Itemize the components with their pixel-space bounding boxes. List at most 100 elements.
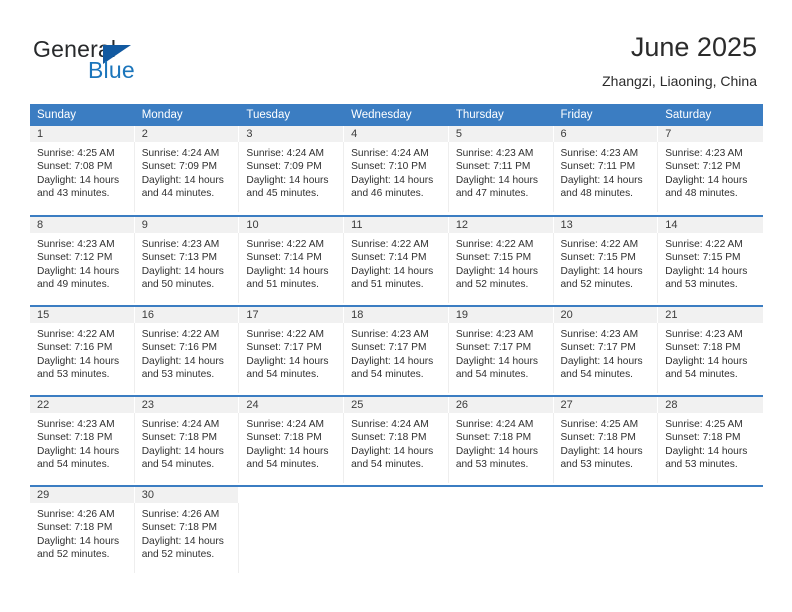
day-details: Sunrise: 4:24 AM Sunset: 7:09 PM Daylight:… <box>239 142 345 212</box>
daylight-duration-line2: and 54 minutes. <box>141 459 215 471</box>
daylight-duration-line1: Daylight: 14 hours <box>246 265 329 277</box>
daylight-duration-line2: and 53 minutes. <box>560 459 634 471</box>
daylight-duration-line2: and 54 minutes. <box>37 459 110 471</box>
day-number: 26 <box>448 397 554 413</box>
day-number: 14 <box>658 217 763 233</box>
day-details <box>344 503 449 573</box>
calendar-day-cell[interactable]: 15 Sunrise: 4:22 AM Sunset: 7:16 PM Dayligh… <box>30 306 135 396</box>
calendar-day-cell[interactable]: 29 Sunrise: 4:26 AM Sunset: 7:18 PM Dayligh… <box>30 486 135 576</box>
daylight-duration-line1: Daylight: 14 hours <box>37 265 120 277</box>
calendar-day-cell[interactable]: 2 Sunrise: 4:24 AM Sunset: 7:09 PM Daylight… <box>134 126 240 216</box>
calendar-day-cell[interactable]: 1 Sunrise: 4:25 AM Sunset: 7:08 PM Daylight… <box>30 126 135 216</box>
calendar-day-cell[interactable]: 27 Sunrise: 4:25 AM Sunset: 7:18 PM Dayligh… <box>553 396 659 486</box>
calendar-day-cell[interactable]: 21 Sunrise: 4:23 AM Sunset: 7:18 PM Dayligh… <box>658 306 763 396</box>
day-details: Sunrise: 4:23 AM Sunset: 7:12 PM Daylight:… <box>658 142 763 212</box>
daylight-duration-line1: Daylight: 14 hours <box>665 355 748 367</box>
day-details: Sunrise: 4:24 AM Sunset: 7:18 PM Daylight:… <box>344 413 449 483</box>
daylight-duration-line2: and 54 minutes. <box>560 369 634 381</box>
daylight-duration-line1: Daylight: 14 hours <box>37 535 120 547</box>
daylight-duration-line1: Daylight: 14 hours <box>351 174 434 186</box>
daylight-duration-line1: Daylight: 14 hours <box>37 355 120 367</box>
day-number: 24 <box>239 397 345 413</box>
sunrise-time: Sunrise: 4:25 AM <box>37 148 115 159</box>
day-number: 19 <box>448 307 554 323</box>
calendar-day-cell[interactable]: 28 Sunrise: 4:25 AM Sunset: 7:18 PM Dayligh… <box>658 396 763 486</box>
sunset-time: Sunset: 7:18 PM <box>37 432 113 444</box>
day-number: 5 <box>448 126 554 142</box>
calendar-day-cell[interactable]: 16 Sunrise: 4:22 AM Sunset: 7:16 PM Dayligh… <box>134 306 240 396</box>
daylight-duration-line2: and 52 minutes. <box>37 549 110 561</box>
day-details <box>239 503 345 573</box>
calendar-day-cell[interactable]: 13 Sunrise: 4:22 AM Sunset: 7:15 PM Dayligh… <box>553 216 659 306</box>
calendar-day-cell[interactable]: 8 Sunrise: 4:23 AM Sunset: 7:12 PM Daylight… <box>30 216 135 306</box>
calendar-day-cell[interactable]: 26 Sunrise: 4:24 AM Sunset: 7:18 PM Dayligh… <box>448 396 554 486</box>
day-number: 8 <box>30 217 135 233</box>
calendar-day-cell[interactable]: 4 Sunrise: 4:24 AM Sunset: 7:10 PM Daylight… <box>344 126 449 216</box>
sunrise-time: Sunrise: 4:22 AM <box>351 239 429 250</box>
day-details: Sunrise: 4:22 AM Sunset: 7:14 PM Daylight:… <box>344 233 449 303</box>
calendar-day-cell[interactable]: 24 Sunrise: 4:24 AM Sunset: 7:18 PM Dayligh… <box>239 396 345 486</box>
day-details: Sunrise: 4:24 AM Sunset: 7:18 PM Daylight:… <box>239 413 345 483</box>
daylight-duration-line1: Daylight: 14 hours <box>665 445 748 457</box>
calendar-day-cell[interactable]: 9 Sunrise: 4:23 AM Sunset: 7:13 PM Daylight… <box>134 216 240 306</box>
daylight-duration-line1: Daylight: 14 hours <box>141 174 224 186</box>
calendar-day-cell[interactable]: 12 Sunrise: 4:22 AM Sunset: 7:15 PM Dayligh… <box>448 216 554 306</box>
daylight-duration-line1: Daylight: 14 hours <box>141 265 224 277</box>
daylight-duration-line1: Daylight: 14 hours <box>246 174 329 186</box>
daylight-duration-line1: Daylight: 14 hours <box>560 355 643 367</box>
calendar-day-cell[interactable]: 7 Sunrise: 4:23 AM Sunset: 7:12 PM Daylight… <box>658 126 763 216</box>
weekday-header-tuesday: Tuesday <box>239 104 345 126</box>
day-number: 4 <box>344 126 449 142</box>
sunset-time: Sunset: 7:14 PM <box>246 252 322 264</box>
calendar-day-cell[interactable]: 23 Sunrise: 4:24 AM Sunset: 7:18 PM Dayligh… <box>134 396 240 486</box>
calendar-day-cell[interactable]: 5 Sunrise: 4:23 AM Sunset: 7:11 PM Daylight… <box>448 126 554 216</box>
day-number: 6 <box>553 126 659 142</box>
calendar-day-cell[interactable]: 20 Sunrise: 4:23 AM Sunset: 7:17 PM Dayligh… <box>553 306 659 396</box>
sunset-time: Sunset: 7:09 PM <box>141 161 218 173</box>
daylight-duration-line2: and 52 minutes. <box>560 279 634 291</box>
day-number: 18 <box>344 307 449 323</box>
calendar-day-cell[interactable]: 19 Sunrise: 4:23 AM Sunset: 7:17 PM Dayligh… <box>448 306 554 396</box>
daylight-duration-line2: and 51 minutes. <box>351 279 424 291</box>
calendar-day-cell[interactable]: 30 Sunrise: 4:26 AM Sunset: 7:18 PM Dayligh… <box>134 486 240 576</box>
daylight-duration-line2: and 48 minutes. <box>560 188 634 200</box>
calendar-day-cell[interactable]: 22 Sunrise: 4:23 AM Sunset: 7:18 PM Dayligh… <box>30 396 135 486</box>
sunset-time: Sunset: 7:18 PM <box>141 522 218 534</box>
calendar-day-cell[interactable]: 3 Sunrise: 4:24 AM Sunset: 7:09 PM Daylight… <box>239 126 345 216</box>
day-number: 1 <box>30 126 135 142</box>
daylight-duration-line2: and 47 minutes. <box>455 188 529 200</box>
weekday-header-wednesday: Wednesday <box>344 104 449 126</box>
general-blue-logo[interactable]: General Blue <box>33 36 233 88</box>
calendar-day-cell[interactable]: 14 Sunrise: 4:22 AM Sunset: 7:15 PM Dayligh… <box>658 216 763 306</box>
day-number <box>239 487 345 503</box>
calendar-day-cell[interactable]: 10 Sunrise: 4:22 AM Sunset: 7:14 PM Dayligh… <box>239 216 345 306</box>
day-details: Sunrise: 4:23 AM Sunset: 7:17 PM Daylight:… <box>554 323 659 393</box>
sunrise-time: Sunrise: 4:23 AM <box>37 239 115 250</box>
calendar-day-cell[interactable]: 25 Sunrise: 4:24 AM Sunset: 7:18 PM Dayligh… <box>344 396 449 486</box>
calendar-day-cell[interactable]: 6 Sunrise: 4:23 AM Sunset: 7:11 PM Daylight… <box>553 126 659 216</box>
sunrise-time: Sunrise: 4:22 AM <box>37 329 115 340</box>
calendar-week-row: 15 Sunrise: 4:22 AM Sunset: 7:16 PM Dayligh… <box>30 306 763 396</box>
daylight-duration-line1: Daylight: 14 hours <box>560 174 643 186</box>
daylight-duration-line1: Daylight: 14 hours <box>455 445 538 457</box>
daylight-duration-line1: Daylight: 14 hours <box>351 445 434 457</box>
calendar-day-cell[interactable]: 17 Sunrise: 4:22 AM Sunset: 7:17 PM Dayligh… <box>239 306 345 396</box>
sunset-time: Sunset: 7:15 PM <box>560 252 636 264</box>
daylight-duration-line2: and 45 minutes. <box>246 188 319 200</box>
weekday-header-sunday: Sunday <box>30 104 135 126</box>
daylight-duration-line2: and 52 minutes. <box>141 549 215 561</box>
sunset-time: Sunset: 7:12 PM <box>665 161 741 173</box>
calendar-page: General Blue June 2025 Zhangzi, Liaoning… <box>0 0 792 612</box>
calendar-cell-empty <box>448 486 554 576</box>
calendar-header-row: Sunday Monday Tuesday Wednesday Thursday… <box>30 104 763 126</box>
daylight-duration-line2: and 53 minutes. <box>455 459 529 471</box>
calendar-day-cell[interactable]: 18 Sunrise: 4:23 AM Sunset: 7:17 PM Dayligh… <box>344 306 449 396</box>
daylight-duration-line2: and 54 minutes. <box>455 369 529 381</box>
weekday-header-saturday: Saturday <box>658 104 763 126</box>
sunrise-time: Sunrise: 4:23 AM <box>351 329 429 340</box>
daylight-duration-line2: and 51 minutes. <box>246 279 319 291</box>
day-details: Sunrise: 4:25 AM Sunset: 7:18 PM Daylight:… <box>658 413 763 483</box>
sunrise-time: Sunrise: 4:22 AM <box>560 239 639 250</box>
day-number: 10 <box>239 217 345 233</box>
calendar-day-cell[interactable]: 11 Sunrise: 4:22 AM Sunset: 7:14 PM Dayligh… <box>344 216 449 306</box>
